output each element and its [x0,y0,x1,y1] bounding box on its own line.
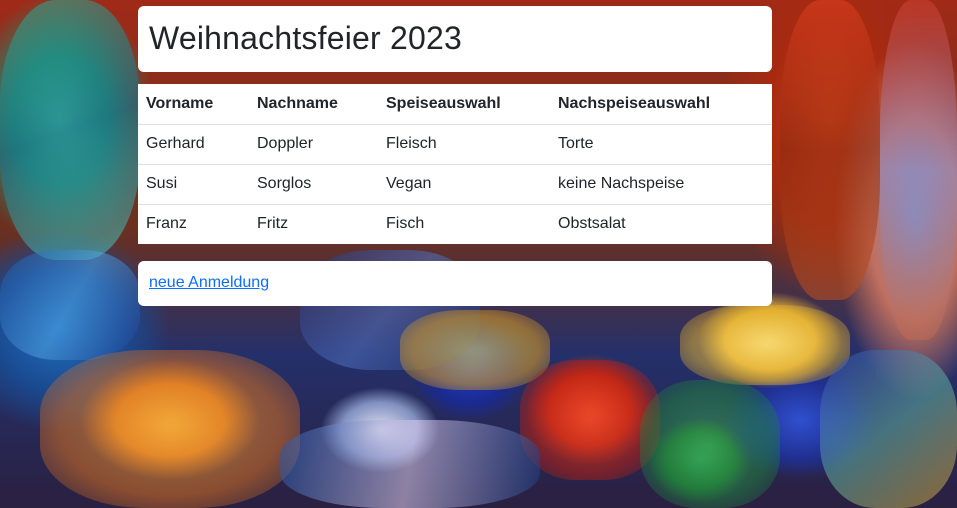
cell-vorname: Franz [146,215,187,233]
cell-vorname: Susi [138,164,249,205]
cell-nachname: Sorglos [249,164,378,205]
header-nachname: Nachname [249,84,378,125]
header-nachspeiseauswahl: Nachspeiseauswahl [550,84,772,125]
cell-vorname: Gerhard [138,124,249,165]
table-header-row: Vorname Nachname Speiseauswahl Nachspeis… [138,84,772,125]
title-card: Weihnachtsfeier 2023 [138,6,772,72]
page-title: Weihnachtsfeier 2023 [149,20,462,56]
cell-speiseauswahl: Fisch [386,215,425,233]
cell-nachspeiseauswahl: keine Nachspeise [550,164,772,205]
table-row: Gerhard Doppler Fleisch Torte [138,124,772,165]
registrations-table-card: Vorname Nachname Speiseauswahl Nachspeis… [138,84,772,244]
cell-nachspeiseauswahl: Obstsalat [558,215,626,233]
cell-speiseauswahl: Vegan [378,164,550,205]
header-vorname: Vorname [138,84,249,125]
cell-nachname: Doppler [249,124,378,165]
cell-nachname: Fritz [257,215,289,233]
main-container: Weihnachtsfeier 2023 Vorname Nachname Sp… [138,6,772,306]
header-speiseauswahl: Speiseauswahl [378,84,550,125]
registrations-table: Vorname Nachname Speiseauswahl Nachspeis… [138,84,772,244]
table-row: Susi Sorglos Vegan keine Nachspeise [138,164,772,205]
table-row: Franz Fritz Fisch Obstsalat [138,204,772,244]
new-registration-link[interactable]: neue Anmeldung [149,274,269,291]
new-registration-card: neue Anmeldung [138,261,772,306]
cell-nachspeiseauswahl: Torte [550,124,772,165]
cell-speiseauswahl: Fleisch [378,124,550,165]
